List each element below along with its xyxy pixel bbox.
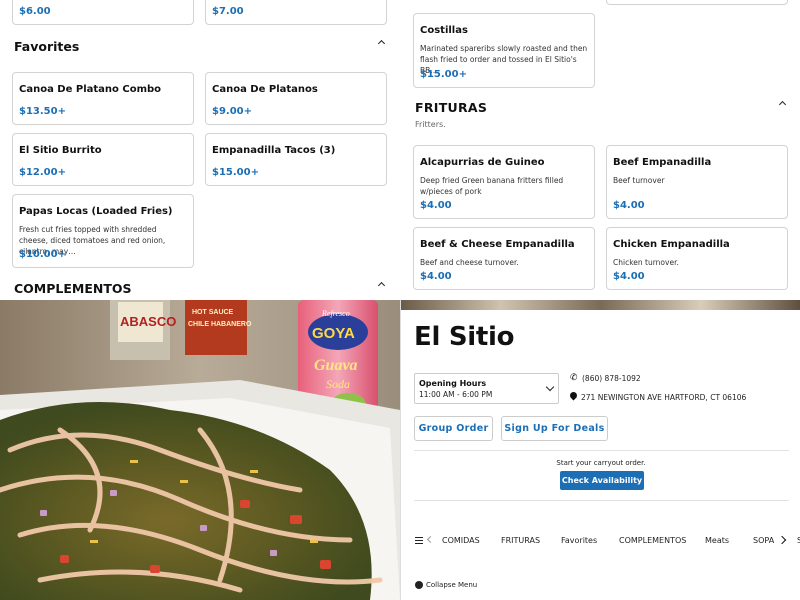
menu-item-name: Costillas (420, 25, 468, 36)
menu-item-card[interactable]: El Sitio Burrito $12.00+ (12, 133, 194, 186)
restaurant-name: El Sitio (414, 322, 515, 352)
menu-item-price: $4.00 (613, 200, 645, 211)
menu-item-card-partial[interactable] (606, 0, 788, 5)
food-photo: ABASCO HOT SAUCE CHILE HABANERO GOYA Ref… (0, 300, 400, 600)
collapse-menu-link[interactable]: Collapse Menu (426, 581, 477, 589)
menu-item-card[interactable]: Beef Empanadilla Beef turnover $4.00 (606, 145, 788, 219)
tab-frituras[interactable]: FRITURAS (501, 536, 540, 545)
food-photo-image: ABASCO HOT SAUCE CHILE HABANERO GOYA Ref… (0, 300, 400, 600)
opening-hours-value: 11:00 AM - 6:00 PM (419, 390, 493, 399)
menu-item-price: $4.00 (420, 271, 452, 282)
menu-item-price: $6.00 (19, 6, 51, 17)
section-title-frituras: FRITURAS (415, 100, 488, 115)
divider (414, 450, 789, 451)
menu-item-card[interactable]: Beef & Cheese Empanadilla Beef and chees… (413, 227, 595, 290)
menu-item-card-partial[interactable]: $6.00 (12, 0, 194, 25)
divider (414, 500, 789, 501)
collapse-chevron-icon[interactable] (377, 38, 387, 48)
menu-item-name: Canoa De Platano Combo (19, 84, 162, 95)
menu-item-card[interactable]: Costillas Marinated spareribs slowly roa… (413, 13, 595, 88)
group-order-button[interactable]: Group Order (414, 416, 493, 441)
opening-hours-dropdown[interactable]: Opening Hours 11:00 AM - 6:00 PM (414, 373, 559, 404)
photo-sauce-label: CHILE HABANERO (188, 321, 252, 328)
menu-item-name: Papas Locas (Loaded Fries) (19, 206, 173, 217)
photo-sauce-label: HOT SAUCE (192, 309, 234, 316)
address[interactable]: 271 NEWINGTON AVE HARTFORD, CT 06106 (581, 393, 746, 402)
header-banner (401, 300, 800, 310)
chevron-down-icon (545, 382, 555, 392)
menu-item-card[interactable]: Empanadilla Tacos (3) $15.00+ (205, 133, 387, 186)
menu-panel-left: $6.00 $7.00 Favorites Canoa De Platano C… (0, 0, 400, 300)
photo-can-flavor: Guava (314, 357, 358, 374)
tab-comidas[interactable]: COMIDAS (442, 536, 480, 545)
phone-number[interactable]: (860) 878-1092 (582, 374, 641, 383)
menu-list-icon[interactable] (415, 537, 423, 544)
menu-item-name: Chicken Empanadilla (613, 239, 730, 250)
menu-item-card[interactable]: Canoa De Platano Combo $13.50+ (12, 72, 194, 125)
section-title-complementos: COMPLEMENTOS (14, 281, 132, 296)
tab-sopa[interactable]: SOPA (753, 536, 774, 545)
tab-complementos[interactable]: COMPLEMENTOS (619, 536, 686, 545)
menu-item-name: El Sitio Burrito (19, 145, 102, 156)
phone-icon: ✆ (570, 373, 578, 383)
scroll-left-icon[interactable] (426, 535, 435, 544)
section-subtitle: Fritters. (415, 120, 446, 129)
menu-item-card[interactable]: Canoa De Platanos $9.00+ (205, 72, 387, 125)
menu-item-card[interactable]: Chicken Empanadilla Chicken turnover. $4… (606, 227, 788, 290)
tab-meats[interactable]: Meats (705, 536, 729, 545)
menu-item-price: $12.00+ (19, 167, 66, 178)
menu-item-description: Beef turnover (613, 176, 665, 185)
tab-favorites[interactable]: Favorites (561, 536, 597, 545)
menu-item-name: Empanadilla Tacos (3) (212, 145, 336, 156)
menu-item-card[interactable]: Alcapurrias de Guineo Deep fried Green b… (413, 145, 595, 219)
menu-item-description: Beef and cheese turnover. (420, 258, 519, 267)
collapse-chevron-icon[interactable] (778, 99, 788, 109)
menu-item-price: $10.00+ (19, 249, 66, 260)
menu-panel-right: Costillas Marinated spareribs slowly roa… (400, 0, 800, 300)
menu-item-price: $9.00+ (212, 106, 253, 117)
menu-item-price: $4.00 (420, 200, 452, 211)
photo-can-script: Refresco (321, 309, 350, 318)
menu-item-price: $15.00+ (212, 167, 259, 178)
menu-item-price: $4.00 (613, 271, 645, 282)
collapse-menu-icon[interactable] (415, 581, 423, 589)
restaurant-info-panel: El Sitio Opening Hours 11:00 AM - 6:00 P… (400, 300, 800, 600)
collapse-chevron-icon[interactable] (377, 280, 387, 290)
location-pin-icon (568, 390, 579, 401)
check-availability-button[interactable]: Check Availability (560, 471, 644, 490)
scroll-right-icon[interactable] (777, 535, 787, 545)
opening-hours-label: Opening Hours (419, 379, 487, 388)
carryout-text: Start your carryout order. (556, 459, 646, 467)
menu-item-description: Chicken turnover. (613, 258, 679, 267)
menu-item-name: Beef Empanadilla (613, 157, 712, 168)
sign-up-for-deals-button[interactable]: Sign Up For Deals (501, 416, 608, 441)
section-title-favorites: Favorites (14, 39, 80, 54)
photo-sauce-label: ABASCO (120, 314, 176, 329)
menu-item-price: $13.50+ (19, 106, 66, 117)
menu-item-name: Beef & Cheese Empanadilla (420, 239, 575, 250)
menu-item-price: $7.00 (212, 6, 244, 17)
menu-item-price: $15.00+ (420, 69, 467, 80)
menu-item-name: Alcapurrias de Guineo (420, 157, 545, 168)
photo-can-brand: GOYA (312, 325, 355, 342)
menu-item-card-partial[interactable]: $7.00 (205, 0, 387, 25)
menu-item-card[interactable]: Papas Locas (Loaded Fries) Fresh cut fri… (12, 194, 194, 268)
menu-item-name: Canoa De Platanos (212, 84, 318, 95)
menu-item-description: Deep fried Green banana fritters filled … (420, 176, 564, 196)
photo-can-type: Soda (326, 377, 350, 391)
